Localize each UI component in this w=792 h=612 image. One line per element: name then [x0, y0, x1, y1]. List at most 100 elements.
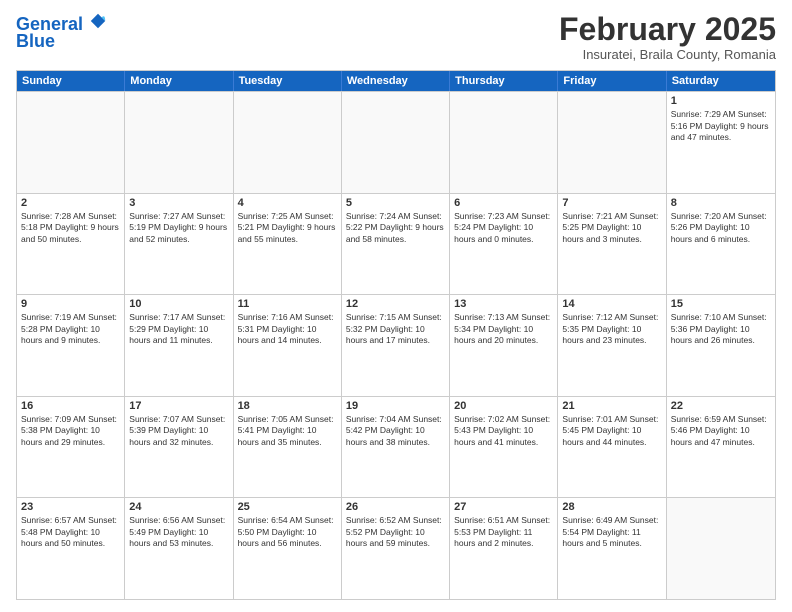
day-number: 15 [671, 298, 771, 310]
day-info: Sunrise: 7:12 AM Sunset: 5:35 PM Dayligh… [562, 312, 661, 346]
day-header-sunday: Sunday [17, 71, 125, 91]
calendar: SundayMondayTuesdayWednesdayThursdayFrid… [16, 70, 776, 600]
day-info: Sunrise: 7:17 AM Sunset: 5:29 PM Dayligh… [129, 312, 228, 346]
day-number: 3 [129, 197, 228, 209]
day-number: 27 [454, 501, 553, 513]
calendar-cell: 7 Sunrise: 7:21 AM Sunset: 5:25 PM Daylig… [558, 194, 666, 295]
calendar-cell: 16 Sunrise: 7:09 AM Sunset: 5:38 PM Dayli… [17, 397, 125, 498]
calendar-cell: 8Sunrise: 7:20 AM Sunset: 5:26 PM Daylig… [667, 194, 775, 295]
calendar-cell: 1 Sunrise: 7:29 AM Sunset: 5:16 PM Daylig… [667, 92, 775, 193]
day-number: 9 [21, 298, 120, 310]
day-header-tuesday: Tuesday [234, 71, 342, 91]
day-header-monday: Monday [125, 71, 233, 91]
day-info: Sunrise: 7:04 AM Sunset: 5:42 PM Dayligh… [346, 414, 445, 448]
day-info: Sunrise: 7:09 AM Sunset: 5:38 PM Dayligh… [21, 414, 120, 448]
day-number: 10 [129, 298, 228, 310]
day-number: 5 [346, 197, 445, 209]
logo-icon [89, 12, 107, 30]
day-info: Sunrise: 6:51 AM Sunset: 5:53 PM Dayligh… [454, 515, 553, 549]
calendar-cell [558, 92, 666, 193]
day-info: Sunrise: 7:29 AM Sunset: 5:16 PM Dayligh… [671, 109, 771, 143]
calendar-cell [667, 498, 775, 599]
day-info: Sunrise: 7:20 AM Sunset: 5:26 PM Dayligh… [671, 211, 771, 245]
calendar-cell [342, 92, 450, 193]
day-info: Sunrise: 6:54 AM Sunset: 5:50 PM Dayligh… [238, 515, 337, 549]
day-info: Sunrise: 7:07 AM Sunset: 5:39 PM Dayligh… [129, 414, 228, 448]
page-header: General Blue February 2025 Insuratei, Br… [16, 12, 776, 62]
calendar-cell [234, 92, 342, 193]
calendar-cell: 27 Sunrise: 6:51 AM Sunset: 5:53 PM Dayli… [450, 498, 558, 599]
calendar-cell: 17 Sunrise: 7:07 AM Sunset: 5:39 PM Dayli… [125, 397, 233, 498]
day-info: Sunrise: 7:21 AM Sunset: 5:25 PM Dayligh… [562, 211, 661, 245]
calendar-cell: 18 Sunrise: 7:05 AM Sunset: 5:41 PM Dayli… [234, 397, 342, 498]
calendar-cell: 4 Sunrise: 7:25 AM Sunset: 5:21 PM Daylig… [234, 194, 342, 295]
day-number: 26 [346, 501, 445, 513]
day-info: Sunrise: 6:52 AM Sunset: 5:52 PM Dayligh… [346, 515, 445, 549]
calendar-cell: 26 Sunrise: 6:52 AM Sunset: 5:52 PM Dayli… [342, 498, 450, 599]
calendar-row-1: 2Sunrise: 7:28 AM Sunset: 5:18 PM Daylig… [17, 193, 775, 295]
calendar-cell: 12 Sunrise: 7:15 AM Sunset: 5:32 PM Dayli… [342, 295, 450, 396]
calendar-body: 1 Sunrise: 7:29 AM Sunset: 5:16 PM Daylig… [17, 91, 775, 599]
day-header-wednesday: Wednesday [342, 71, 450, 91]
day-number: 7 [562, 197, 661, 209]
day-number: 28 [562, 501, 661, 513]
day-number: 21 [562, 400, 661, 412]
calendar-cell: 15Sunrise: 7:10 AM Sunset: 5:36 PM Dayli… [667, 295, 775, 396]
day-number: 22 [671, 400, 771, 412]
day-number: 19 [346, 400, 445, 412]
day-number: 24 [129, 501, 228, 513]
day-info: Sunrise: 7:24 AM Sunset: 5:22 PM Dayligh… [346, 211, 445, 245]
calendar-row-0: 1 Sunrise: 7:29 AM Sunset: 5:16 PM Daylig… [17, 91, 775, 193]
day-number: 25 [238, 501, 337, 513]
day-info: Sunrise: 7:01 AM Sunset: 5:45 PM Dayligh… [562, 414, 661, 448]
day-number: 16 [21, 400, 120, 412]
month-title: February 2025 [559, 12, 776, 47]
calendar-cell: 14 Sunrise: 7:12 AM Sunset: 5:35 PM Dayli… [558, 295, 666, 396]
calendar-row-2: 9 Sunrise: 7:19 AM Sunset: 5:28 PM Daylig… [17, 294, 775, 396]
calendar-row-4: 23Sunrise: 6:57 AM Sunset: 5:48 PM Dayli… [17, 497, 775, 599]
calendar-cell [450, 92, 558, 193]
day-info: Sunrise: 7:23 AM Sunset: 5:24 PM Dayligh… [454, 211, 553, 245]
day-info: Sunrise: 7:15 AM Sunset: 5:32 PM Dayligh… [346, 312, 445, 346]
calendar-cell: 9 Sunrise: 7:19 AM Sunset: 5:28 PM Daylig… [17, 295, 125, 396]
day-header-friday: Friday [558, 71, 666, 91]
calendar-cell: 28 Sunrise: 6:49 AM Sunset: 5:54 PM Dayli… [558, 498, 666, 599]
day-info: Sunrise: 7:28 AM Sunset: 5:18 PM Dayligh… [21, 211, 120, 245]
day-info: Sunrise: 7:19 AM Sunset: 5:28 PM Dayligh… [21, 312, 120, 346]
day-info: Sunrise: 6:49 AM Sunset: 5:54 PM Dayligh… [562, 515, 661, 549]
calendar-cell [17, 92, 125, 193]
calendar-cell: 24Sunrise: 6:56 AM Sunset: 5:49 PM Dayli… [125, 498, 233, 599]
day-info: Sunrise: 7:13 AM Sunset: 5:34 PM Dayligh… [454, 312, 553, 346]
calendar-cell: 10 Sunrise: 7:17 AM Sunset: 5:29 PM Dayli… [125, 295, 233, 396]
calendar-header: SundayMondayTuesdayWednesdayThursdayFrid… [17, 71, 775, 91]
day-number: 12 [346, 298, 445, 310]
day-number: 18 [238, 400, 337, 412]
day-info: Sunrise: 7:27 AM Sunset: 5:19 PM Dayligh… [129, 211, 228, 245]
calendar-cell: 20 Sunrise: 7:02 AM Sunset: 5:43 PM Dayli… [450, 397, 558, 498]
title-block: February 2025 Insuratei, Braila County, … [559, 12, 776, 62]
day-header-thursday: Thursday [450, 71, 558, 91]
day-header-saturday: Saturday [667, 71, 775, 91]
day-number: 1 [671, 95, 771, 107]
calendar-cell: 19 Sunrise: 7:04 AM Sunset: 5:42 PM Dayli… [342, 397, 450, 498]
day-number: 20 [454, 400, 553, 412]
day-info: Sunrise: 7:02 AM Sunset: 5:43 PM Dayligh… [454, 414, 553, 448]
calendar-cell: 6 Sunrise: 7:23 AM Sunset: 5:24 PM Daylig… [450, 194, 558, 295]
day-info: Sunrise: 6:59 AM Sunset: 5:46 PM Dayligh… [671, 414, 771, 448]
day-info: Sunrise: 7:05 AM Sunset: 5:41 PM Dayligh… [238, 414, 337, 448]
day-number: 14 [562, 298, 661, 310]
calendar-cell: 21 Sunrise: 7:01 AM Sunset: 5:45 PM Dayli… [558, 397, 666, 498]
calendar-row-3: 16 Sunrise: 7:09 AM Sunset: 5:38 PM Dayli… [17, 396, 775, 498]
location-subtitle: Insuratei, Braila County, Romania [559, 47, 776, 62]
day-number: 23 [21, 501, 120, 513]
calendar-cell: 22 Sunrise: 6:59 AM Sunset: 5:46 PM Dayli… [667, 397, 775, 498]
day-number: 13 [454, 298, 553, 310]
day-number: 6 [454, 197, 553, 209]
day-number: 11 [238, 298, 337, 310]
calendar-cell: 2Sunrise: 7:28 AM Sunset: 5:18 PM Daylig… [17, 194, 125, 295]
calendar-cell [125, 92, 233, 193]
calendar-cell: 11Sunrise: 7:16 AM Sunset: 5:31 PM Dayli… [234, 295, 342, 396]
day-number: 17 [129, 400, 228, 412]
day-number: 4 [238, 197, 337, 209]
day-info: Sunrise: 7:25 AM Sunset: 5:21 PM Dayligh… [238, 211, 337, 245]
